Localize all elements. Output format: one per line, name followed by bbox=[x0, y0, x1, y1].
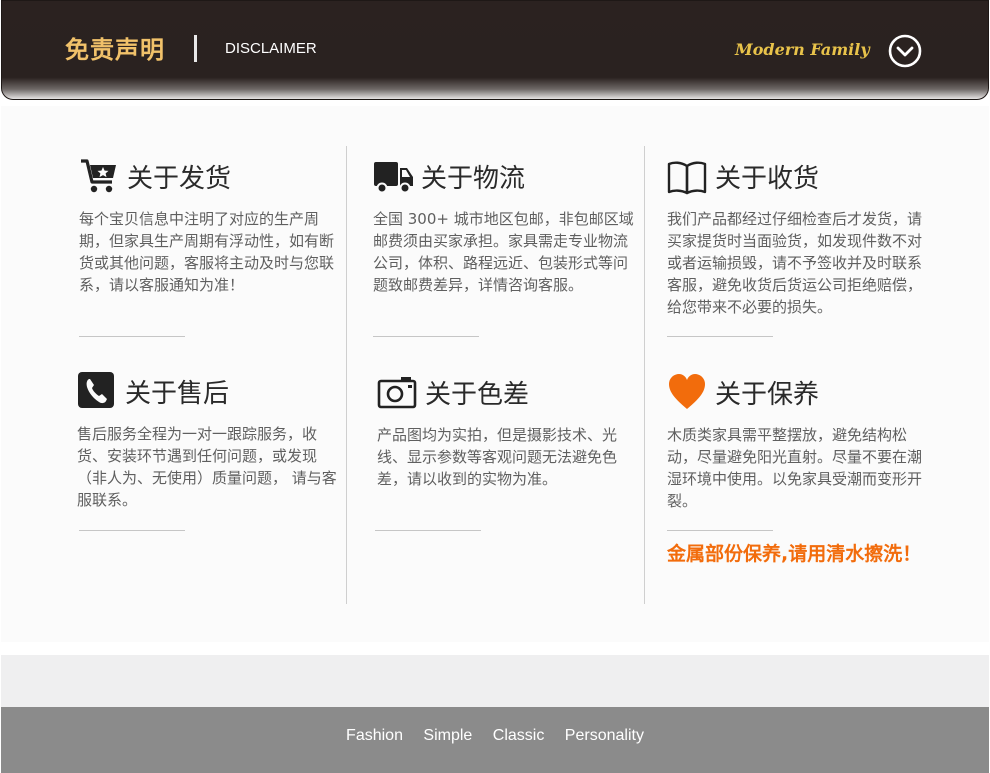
chevron-down-circle-icon[interactable] bbox=[888, 34, 922, 68]
cart-icon bbox=[81, 159, 116, 193]
spacer-band bbox=[1, 655, 989, 707]
footer-links: Fashion Simple Classic Personality bbox=[1, 727, 989, 745]
column-divider bbox=[644, 146, 645, 604]
header-divider bbox=[194, 35, 197, 62]
phone-icon bbox=[78, 372, 114, 408]
truck-icon bbox=[374, 162, 413, 194]
section-receiving: 关于收货 我们产品都经过仔细检查后才发货，请买家提货时当面验货，如发现件数不对或… bbox=[667, 156, 929, 318]
heart-icon bbox=[669, 374, 705, 409]
section-body: 全国 300+ 城市地区包邮，非包邮区域邮费须由买家承担。家具需走专业物流公司，… bbox=[373, 210, 634, 294]
section-divider bbox=[667, 336, 773, 337]
section-title: 关于色差 bbox=[425, 379, 530, 410]
section-title: 关于物流 bbox=[421, 163, 526, 194]
section-after-sales: 关于售后 售后服务全程为一对一跟踪服务，收货、安装环节遇到任何问题，或发现（非人… bbox=[77, 371, 339, 511]
section-body: 产品图均为实拍，但是摄影技术、光线、显示参数等客观问题无法避免色差，请以收到的实… bbox=[377, 426, 618, 488]
section-maintenance: 关于保养 木质类家具需平整摆放，避免结构松动，尽量避免阳光直射。尽量不要在潮湿环… bbox=[667, 372, 929, 512]
section-divider bbox=[373, 336, 479, 337]
metal-care-warning: 金属部份保养,请用清水擦洗！ bbox=[667, 543, 922, 565]
camera-icon bbox=[377, 377, 417, 409]
header-bar: 免责声明 DISCLAIMER Modern Family bbox=[1, 0, 989, 100]
section-body: 我们产品都经过仔细检查后才发货，请买家提货时当面验货，如发现件数不对或者运输损毁… bbox=[667, 210, 923, 316]
column-divider bbox=[346, 146, 347, 604]
section-title: 关于保养 bbox=[715, 379, 820, 410]
page-subtitle: DISCLAIMER bbox=[225, 40, 317, 57]
section-divider bbox=[667, 530, 773, 531]
footer-link-simple[interactable]: Simple bbox=[423, 727, 472, 744]
section-logistics: 关于物流 全国 300+ 城市地区包邮，非包邮区域邮费须由买家承担。家具需走专业… bbox=[373, 156, 635, 296]
open-book-icon bbox=[667, 161, 707, 195]
footer-bar: Fashion Simple Classic Personality bbox=[1, 707, 989, 773]
section-color-difference: 关于色差 产品图均为实拍，但是摄影技术、光线、显示参数等客观问题无法避免色差，请… bbox=[377, 372, 639, 490]
section-divider bbox=[79, 336, 185, 337]
section-body: 每个宝贝信息中注明了对应的生产周期，但家具生产周期有浮动性，如有断货或其他问题，… bbox=[79, 210, 335, 294]
footer-link-fashion[interactable]: Fashion bbox=[346, 727, 403, 744]
footer-link-classic[interactable]: Classic bbox=[493, 727, 545, 744]
section-title: 关于售后 bbox=[125, 378, 230, 409]
section-title: 关于发货 bbox=[127, 163, 232, 194]
section-title: 关于收货 bbox=[715, 163, 820, 194]
footer-link-personality[interactable]: Personality bbox=[565, 727, 644, 744]
disclaimer-panel: 关于发货 每个宝贝信息中注明了对应的生产周期，但家具生产周期有浮动性，如有断货或… bbox=[1, 106, 989, 642]
brand-logo-text: Modern Family bbox=[735, 40, 870, 59]
section-divider bbox=[79, 530, 185, 531]
section-body: 木质类家具需平整摆放，避免结构松动，尽量避免阳光直射。尽量不要在潮湿环境中使用。… bbox=[667, 426, 923, 510]
section-body: 售后服务全程为一对一跟踪服务，收货、安装环节遇到任何问题，或发现（非人为、无使用… bbox=[77, 425, 337, 509]
section-divider bbox=[375, 530, 481, 531]
page-title: 免责声明 bbox=[65, 36, 165, 64]
section-shipping: 关于发货 每个宝贝信息中注明了对应的生产周期，但家具生产周期有浮动性，如有断货或… bbox=[79, 156, 341, 296]
